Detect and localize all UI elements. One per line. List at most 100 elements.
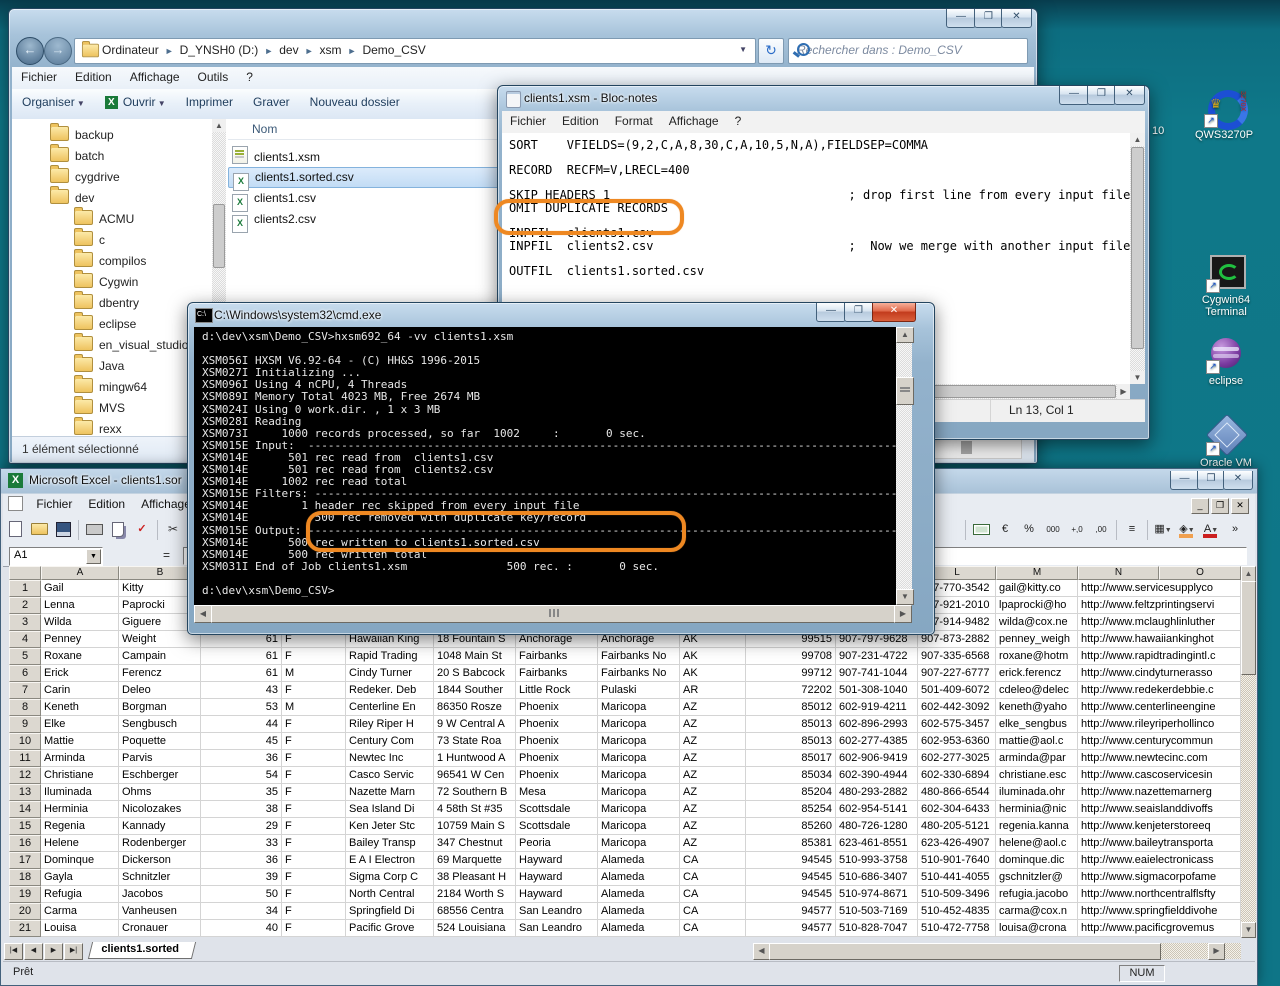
- cell-G6[interactable]: Fairbanks: [516, 665, 598, 682]
- menu-item-edition[interactable]: Edition: [66, 67, 121, 87]
- row-header-13[interactable]: 13: [9, 784, 41, 801]
- cell-D12[interactable]: F: [282, 767, 346, 784]
- cell-K13[interactable]: 480-293-2882: [836, 784, 918, 801]
- address-bar[interactable]: Ordinateur►D_YNSH0 (D:)►dev►xsm►Demo_CSV…: [74, 38, 756, 64]
- name-box[interactable]: A1▼: [9, 547, 103, 566]
- cell-M21[interactable]: louisa@crona: [996, 920, 1078, 937]
- refresh-button[interactable]: ↻: [758, 38, 784, 64]
- cell-L6[interactable]: 907-227-6777: [918, 665, 996, 682]
- cell-D18[interactable]: F: [282, 869, 346, 886]
- euro-icon[interactable]: €: [994, 519, 1016, 540]
- cell-E19[interactable]: North Central: [346, 886, 434, 903]
- cell-G5[interactable]: Fairbanks: [516, 648, 598, 665]
- cell-A7[interactable]: Carin: [41, 682, 119, 699]
- excel-minimize-button[interactable]: —: [1170, 471, 1199, 490]
- cell-C15[interactable]: 29: [201, 818, 282, 835]
- row-header-3[interactable]: 3: [9, 614, 41, 631]
- cmd-vscrollbar-thumb[interactable]: [896, 377, 914, 405]
- sidebar-item-eclipse[interactable]: eclipse: [12, 314, 212, 335]
- borders-icon[interactable]: ▦▼: [1152, 519, 1174, 540]
- cell-B7[interactable]: Deleo: [119, 682, 201, 699]
- print-icon[interactable]: [83, 519, 105, 540]
- cell-J6[interactable]: 99712: [746, 665, 836, 682]
- row-header-14[interactable]: 14: [9, 801, 41, 818]
- cell-K9[interactable]: 602-896-2993: [836, 716, 918, 733]
- cell-E11[interactable]: Newtec Inc: [346, 750, 434, 767]
- toolbar-button-organiser[interactable]: Organiser ▼: [12, 89, 95, 115]
- cell-H7[interactable]: Pulaski: [598, 682, 680, 699]
- cell-M7[interactable]: cdeleo@delec: [996, 682, 1078, 699]
- cell-A5[interactable]: Roxane: [41, 648, 119, 665]
- forward-button[interactable]: →: [44, 37, 72, 65]
- cell-N4[interactable]: http://www.hawaiiankinghot: [1078, 631, 1159, 648]
- row-header-18[interactable]: 18: [9, 869, 41, 886]
- cell-D9[interactable]: F: [282, 716, 346, 733]
- cell-H21[interactable]: Alameda: [598, 920, 680, 937]
- desktop-icon-eclipse[interactable]: ↗eclipse: [1188, 336, 1264, 387]
- cell-I7[interactable]: AR: [680, 682, 746, 699]
- cmd-hscrollbar-thumb[interactable]: [211, 605, 895, 623]
- cell-A19[interactable]: Refugia: [41, 886, 119, 903]
- percent-icon[interactable]: %: [1018, 519, 1040, 540]
- column-header-A[interactable]: A: [41, 566, 119, 580]
- cell-L17[interactable]: 510-901-7640: [918, 852, 996, 869]
- menu-item-?[interactable]: ?: [727, 111, 750, 131]
- cell-J13[interactable]: 85204: [746, 784, 836, 801]
- cmd-vscrollbar[interactable]: ▲ ▼: [896, 327, 912, 605]
- explorer-minimize-button[interactable]: —: [946, 9, 976, 28]
- cell-G18[interactable]: Hayward: [516, 869, 598, 886]
- cell-J5[interactable]: 99708: [746, 648, 836, 665]
- cell-K8[interactable]: 602-919-4211: [836, 699, 918, 716]
- cell-K15[interactable]: 480-726-1280: [836, 818, 918, 835]
- menu-item-edition[interactable]: Edition: [554, 111, 607, 131]
- cell-L5[interactable]: 907-335-6568: [918, 648, 996, 665]
- sidebar-item-dbentry[interactable]: dbentry: [12, 293, 212, 314]
- cell-N15[interactable]: http://www.kenjeterstoreeq: [1078, 818, 1159, 835]
- sidebar-item-en_visual_studio_pr[interactable]: en_visual_studio_pr: [12, 335, 212, 356]
- sidebar-item-backup[interactable]: backup: [12, 125, 212, 146]
- cell-L15[interactable]: 480-205-5121: [918, 818, 996, 835]
- cell-B20[interactable]: Vanheusen: [119, 903, 201, 920]
- cell-M12[interactable]: christiane.esc: [996, 767, 1078, 784]
- cell-J8[interactable]: 85012: [746, 699, 836, 716]
- cell-N21[interactable]: http://www.pacificgrovemus: [1078, 920, 1159, 937]
- cell-N16[interactable]: http://www.baileytransporta: [1078, 835, 1159, 852]
- cell-A4[interactable]: Penney: [41, 631, 119, 648]
- cell-J18[interactable]: 94545: [746, 869, 836, 886]
- cell-G19[interactable]: Hayward: [516, 886, 598, 903]
- cell-J7[interactable]: 72202: [746, 682, 836, 699]
- cell-K19[interactable]: 510-974-8671: [836, 886, 918, 903]
- row-header-16[interactable]: 16: [9, 835, 41, 852]
- cell-M16[interactable]: helene@aol.c: [996, 835, 1078, 852]
- new-document-icon[interactable]: [4, 519, 26, 540]
- cell-C6[interactable]: 61: [201, 665, 282, 682]
- cell-E7[interactable]: Redeker. Deb: [346, 682, 434, 699]
- row-header-5[interactable]: 5: [9, 648, 41, 665]
- sidebar-item-acmu[interactable]: ACMU: [12, 209, 212, 230]
- cell-I17[interactable]: CA: [680, 852, 746, 869]
- cell-F16[interactable]: 347 Chestnut: [434, 835, 516, 852]
- increase-decimal-icon[interactable]: +,0: [1066, 519, 1088, 540]
- cell-M9[interactable]: elke_sengbus: [996, 716, 1078, 733]
- breadcrumb-segment[interactable]: Ordinateur: [102, 43, 159, 57]
- cell-A14[interactable]: Herminia: [41, 801, 119, 818]
- cell-M8[interactable]: keneth@yaho: [996, 699, 1078, 716]
- cell-D21[interactable]: F: [282, 920, 346, 937]
- thousands-separator-icon[interactable]: 000: [1042, 519, 1064, 540]
- cell-I11[interactable]: AZ: [680, 750, 746, 767]
- cell-D8[interactable]: M: [282, 699, 346, 716]
- cell-H8[interactable]: Maricopa: [598, 699, 680, 716]
- cell-A18[interactable]: Gayla: [41, 869, 119, 886]
- cell-H14[interactable]: Maricopa: [598, 801, 680, 818]
- cell-I6[interactable]: AK: [680, 665, 746, 682]
- scroll-right-icon[interactable]: ▶: [894, 605, 912, 623]
- cell-B10[interactable]: Poquette: [119, 733, 201, 750]
- notepad-minimize-button[interactable]: —: [1059, 86, 1089, 105]
- row-header-20[interactable]: 20: [9, 903, 41, 920]
- sheet-tab[interactable]: clients1.sorted: [88, 942, 196, 959]
- column-header-O[interactable]: O: [1159, 566, 1241, 580]
- cell-J17[interactable]: 94545: [746, 852, 836, 869]
- scroll-right-icon[interactable]: ▶: [1117, 384, 1130, 399]
- cell-A12[interactable]: Christiane: [41, 767, 119, 784]
- cell-H19[interactable]: Alameda: [598, 886, 680, 903]
